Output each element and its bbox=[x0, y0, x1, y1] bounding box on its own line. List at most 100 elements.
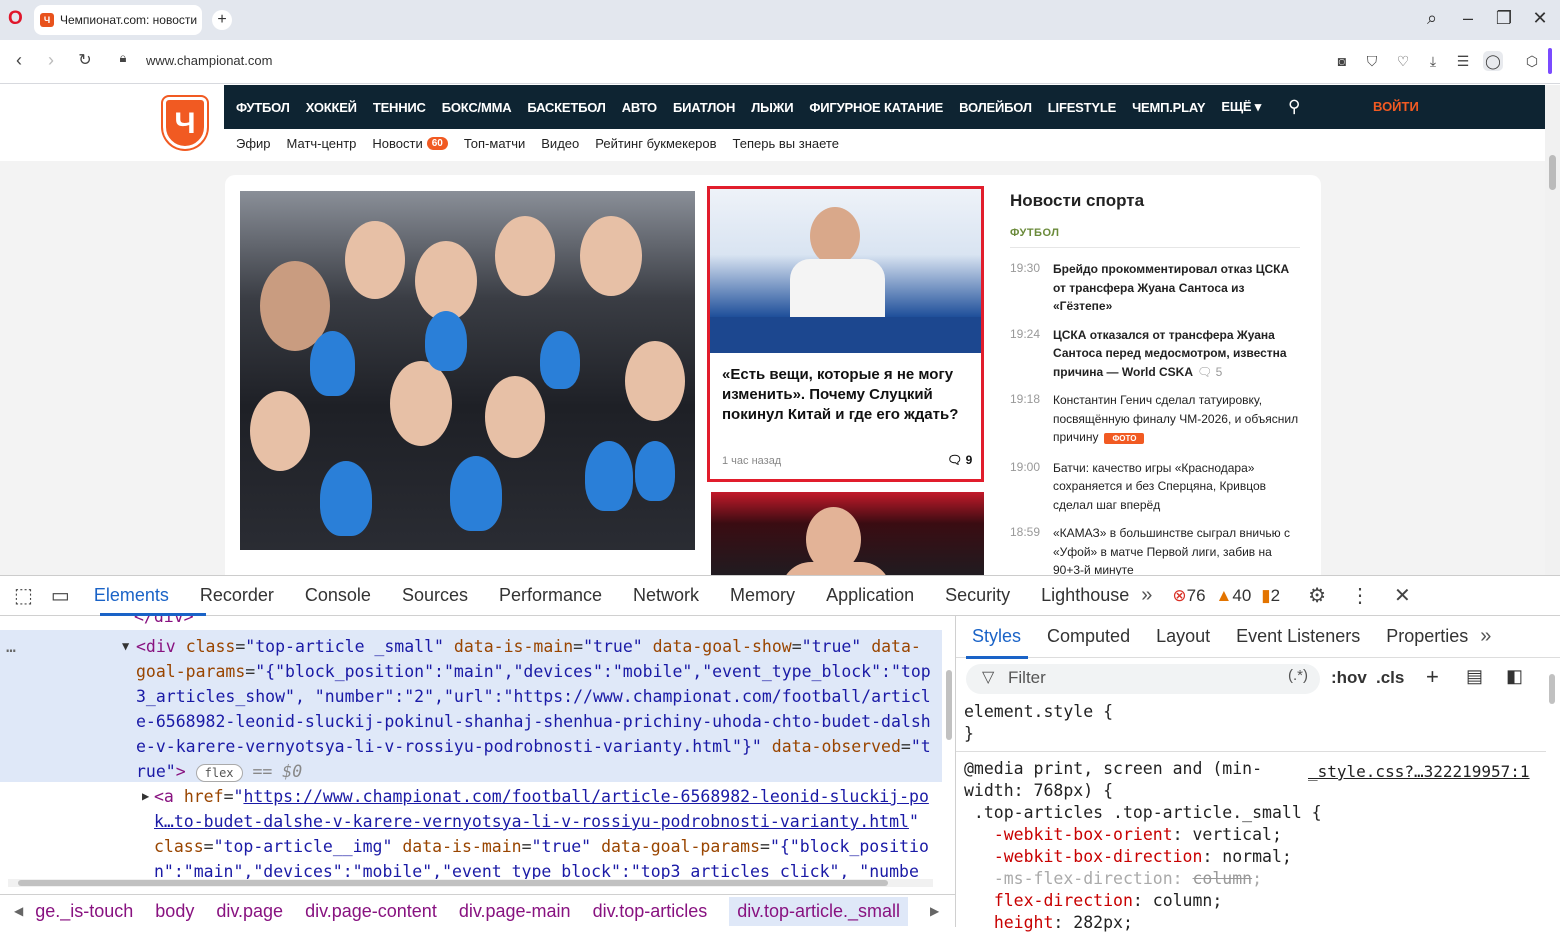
site-search-icon[interactable]: ⚲ bbox=[1288, 97, 1300, 117]
tab-memory[interactable]: Memory bbox=[730, 585, 795, 606]
nav-boxing[interactable]: БОКС/ММА bbox=[442, 100, 512, 115]
nav-football[interactable]: ФУТБОЛ bbox=[236, 100, 290, 115]
main-article-photo[interactable] bbox=[240, 191, 695, 550]
news-item[interactable]: 18:59 «КАМАЗ» в большинстве сыграл вничь… bbox=[1010, 524, 1300, 575]
url-field[interactable]: www.championat.com bbox=[146, 53, 272, 68]
nav-figure-skating[interactable]: ФИГУРНОЕ КАТАНИЕ bbox=[809, 100, 943, 115]
forward-icon[interactable]: › bbox=[40, 50, 62, 71]
news-item[interactable]: 19:18 Константин Генич сделал татуировку… bbox=[1010, 391, 1300, 449]
shield-icon[interactable]: ⛉ bbox=[1362, 51, 1382, 71]
tab-elements[interactable]: Elements bbox=[94, 585, 169, 606]
cls-toggle[interactable]: .cls bbox=[1376, 668, 1404, 688]
championat-logo[interactable]: Ч bbox=[163, 97, 207, 149]
news-item[interactable]: 19:24 ЦСКА отказался от трансфера Жуана … bbox=[1010, 326, 1300, 382]
tab-sources[interactable]: Sources bbox=[402, 585, 468, 606]
styles-filter-input[interactable]: Filter ▽ (.*) bbox=[966, 664, 1320, 694]
tab-console[interactable]: Console bbox=[305, 585, 371, 606]
tab-event-listeners[interactable]: Event Listeners bbox=[1236, 626, 1360, 647]
heart-icon[interactable]: ♡ bbox=[1393, 51, 1413, 71]
nav-more[interactable]: ЕЩЁ ▾ bbox=[1221, 99, 1261, 115]
tab-recorder[interactable]: Recorder bbox=[200, 585, 274, 606]
tab-lighthouse[interactable]: Lighthouse bbox=[1041, 585, 1129, 606]
nav-biathlon[interactable]: БИАТЛОН bbox=[673, 100, 735, 115]
expand-arrow-icon[interactable]: ▼ bbox=[122, 634, 129, 659]
subnav-efir[interactable]: Эфир bbox=[236, 136, 271, 151]
back-icon[interactable]: ‹ bbox=[8, 50, 30, 71]
error-counter[interactable]: ⊗76 bbox=[1172, 586, 1205, 606]
breadcrumb-item[interactable]: body bbox=[155, 901, 194, 922]
tab-network[interactable]: Network bbox=[633, 585, 699, 606]
nav-volleyball[interactable]: ВОЛЕЙБОЛ bbox=[959, 100, 1032, 115]
new-style-rule-icon[interactable]: + bbox=[1426, 664, 1439, 690]
lock-icon[interactable]: 🔒︎ bbox=[112, 50, 134, 66]
styles-scrollbar[interactable] bbox=[1548, 668, 1556, 923]
subnav-bookmakers[interactable]: Рейтинг букмекеров bbox=[595, 136, 716, 151]
paint-roller-icon[interactable]: ▤ bbox=[1466, 666, 1483, 687]
tab-computed[interactable]: Computed bbox=[1047, 626, 1130, 647]
flex-badge[interactable]: flex bbox=[195, 764, 243, 782]
breadcrumb-item[interactable]: div.page-content bbox=[305, 901, 437, 922]
settings-gear-icon[interactable]: ⚙ bbox=[1308, 583, 1326, 608]
opera-logo-icon[interactable]: O bbox=[8, 9, 26, 29]
breadcrumb-right-arrow-icon[interactable]: ▶ bbox=[930, 904, 939, 918]
browser-tab[interactable]: Ч Чемпионат.com: новости bbox=[34, 5, 202, 35]
tab-styles[interactable]: Styles bbox=[972, 626, 1021, 647]
elements-dom-tree[interactable]: </div> … ▼ <div class="top-article _smal… bbox=[0, 616, 942, 886]
nav-lifestyle[interactable]: LIFESTYLE bbox=[1048, 100, 1116, 115]
nav-basketball[interactable]: БАСКЕТБОЛ bbox=[527, 100, 606, 115]
breadcrumb-item[interactable]: ge._is-touch bbox=[35, 901, 133, 922]
hov-toggle[interactable]: :hov bbox=[1331, 668, 1367, 688]
breadcrumb-item-selected[interactable]: div.top-article._small bbox=[729, 896, 909, 926]
inspect-element-icon[interactable]: ⬚ bbox=[14, 583, 33, 608]
breadcrumb-item[interactable]: div.page-main bbox=[459, 901, 571, 922]
more-tabs-chevron-icon[interactable]: » bbox=[1141, 584, 1152, 607]
highlighted-article-comments[interactable]: 🗨︎ 9 bbox=[947, 453, 972, 467]
tab-properties[interactable]: Properties bbox=[1386, 626, 1468, 647]
highlighted-article-card[interactable]: «Есть вещи, которые я не могу изменить».… bbox=[707, 186, 984, 482]
camera-icon[interactable]: ◙ bbox=[1332, 51, 1352, 71]
kebab-menu-icon[interactable]: ⋮ bbox=[1350, 583, 1370, 608]
new-tab-button[interactable]: + bbox=[212, 10, 232, 30]
extensions-cube-icon[interactable]: ⬡ bbox=[1522, 51, 1542, 71]
dots-icon[interactable]: … bbox=[6, 634, 16, 659]
tab-security[interactable]: Security bbox=[945, 585, 1010, 606]
close-devtools-icon[interactable]: ✕ bbox=[1394, 583, 1411, 608]
tab-application[interactable]: Application bbox=[826, 585, 914, 606]
nav-hockey[interactable]: ХОККЕЙ bbox=[306, 100, 357, 115]
news-category[interactable]: ФУТБОЛ bbox=[1010, 227, 1300, 248]
nav-ski[interactable]: ЛЫЖИ bbox=[751, 100, 793, 115]
breadcrumb-item[interactable]: div.page bbox=[216, 901, 283, 922]
stylesheet-source-link[interactable]: _style.css?…322219957:1 bbox=[1308, 762, 1530, 781]
element-style-rule[interactable]: element.style {} bbox=[964, 701, 1113, 745]
subnav-news[interactable]: Новости 60 bbox=[372, 136, 448, 151]
easy-setup-icon[interactable]: ☰ bbox=[1453, 51, 1473, 71]
more-sidebar-tabs-icon[interactable]: » bbox=[1480, 625, 1491, 648]
issues-counter[interactable]: ▮2 bbox=[1261, 586, 1280, 606]
close-window-button[interactable]: ✕ bbox=[1528, 8, 1552, 29]
page-scrollbar[interactable] bbox=[1545, 85, 1560, 575]
nav-champ-play[interactable]: ЧЕМП.PLAY bbox=[1132, 100, 1205, 115]
toggle-sidebar-icon[interactable]: ◧ bbox=[1506, 666, 1523, 687]
subnav-top-matches[interactable]: Топ-матчи bbox=[464, 136, 525, 151]
news-item[interactable]: 19:00 Батчи: качество игры «Краснодара» … bbox=[1010, 459, 1300, 515]
breadcrumb-left-arrow-icon[interactable]: ◀ bbox=[14, 904, 23, 918]
nav-auto[interactable]: АВТО bbox=[622, 100, 657, 115]
login-button[interactable]: ВОЙТИ bbox=[1373, 99, 1419, 114]
device-toolbar-icon[interactable]: ▭ bbox=[51, 583, 70, 608]
reload-icon[interactable]: ↻ bbox=[74, 50, 96, 70]
media-rule[interactable]: @media print, screen and (min-width: 768… bbox=[964, 758, 1322, 934]
breadcrumb-item[interactable]: div.top-articles bbox=[593, 901, 708, 922]
nav-tennis[interactable]: ТЕННИС bbox=[373, 100, 426, 115]
tab-layout[interactable]: Layout bbox=[1156, 626, 1210, 647]
tab-performance[interactable]: Performance bbox=[499, 585, 602, 606]
highlighted-article-title[interactable]: «Есть вещи, которые я не могу изменить».… bbox=[722, 365, 974, 425]
download-icon[interactable]: ⤓ bbox=[1423, 51, 1443, 71]
subnav-now-you-know[interactable]: Теперь вы знаете bbox=[733, 136, 839, 151]
collapse-arrow-icon[interactable]: ▶ bbox=[142, 784, 149, 809]
news-item[interactable]: 19:30 Брейдо прокомментировал отказ ЦСКА… bbox=[1010, 260, 1300, 316]
maximize-button[interactable]: ❐ bbox=[1492, 8, 1516, 29]
subnav-match-center[interactable]: Матч-центр bbox=[287, 136, 357, 151]
mma-article-photo[interactable] bbox=[711, 492, 984, 575]
elements-vertical-scrollbar[interactable] bbox=[944, 620, 954, 870]
profile-icon[interactable]: ◯ bbox=[1483, 51, 1503, 71]
